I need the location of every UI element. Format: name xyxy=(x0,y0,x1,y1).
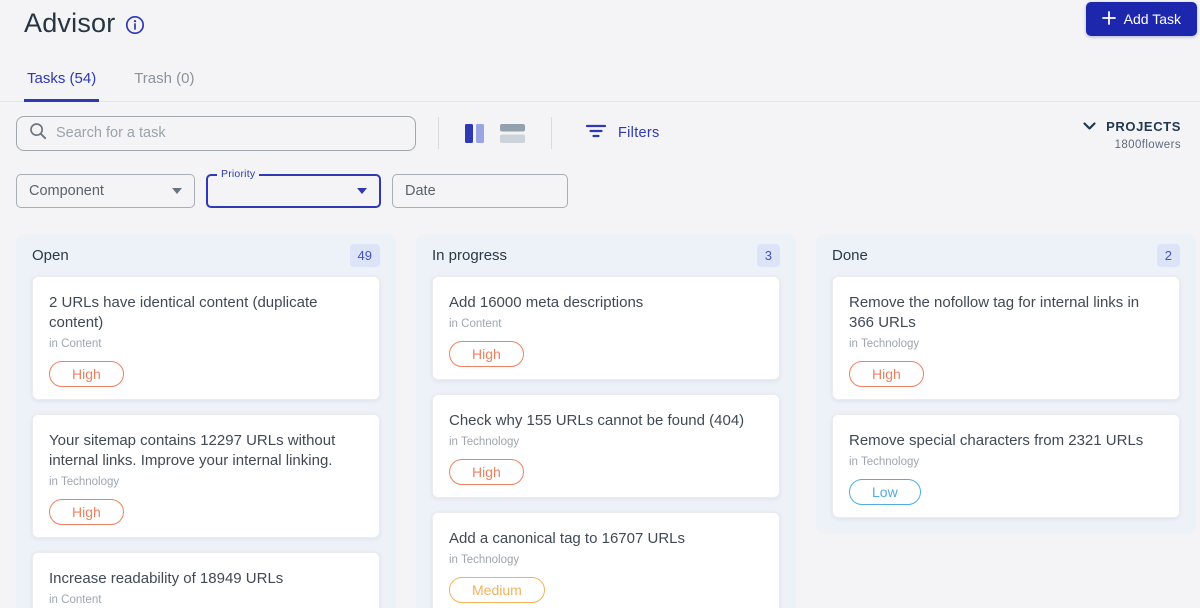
task-card[interactable]: Remove special characters from 2321 URLs… xyxy=(832,414,1180,518)
view-toggle xyxy=(465,123,525,143)
column-done: Done 2 Remove the nofollow tag for inter… xyxy=(816,234,1196,534)
component-filter-select[interactable]: Component xyxy=(16,174,195,208)
task-card[interactable]: Remove the nofollow tag for internal lin… xyxy=(832,276,1180,400)
task-title: Your sitemap contains 12297 URLs without… xyxy=(49,432,336,469)
add-task-label: Add Task xyxy=(1123,11,1181,27)
task-title: Add 16000 meta descriptions xyxy=(449,294,644,311)
tab-trash[interactable]: Trash (0) xyxy=(131,70,197,101)
column-count-badge: 2 xyxy=(1156,243,1180,267)
task-category: in Content xyxy=(49,338,102,350)
search-icon xyxy=(29,122,47,145)
projects-label: PROJECTS xyxy=(1106,118,1181,134)
column-name: Open xyxy=(32,246,69,264)
task-card[interactable]: 2 URLs have identical content (duplicate… xyxy=(32,276,380,400)
tab-tasks[interactable]: Tasks (54) xyxy=(24,70,100,102)
column-name: Done xyxy=(832,246,868,264)
filters-label: Filters xyxy=(618,125,660,141)
column-name: In progress xyxy=(432,246,508,264)
priority-badge: Low xyxy=(849,479,921,505)
projects-selector: PROJECTS 1800flowers xyxy=(1083,117,1181,151)
list-view-icon[interactable] xyxy=(500,123,525,143)
projects-toggle[interactable]: PROJECTS xyxy=(1083,117,1181,135)
task-title: Check why 155 URLs cannot be found (404) xyxy=(449,412,745,429)
divider xyxy=(438,117,439,149)
task-card[interactable]: Add a canonical tag to 16707 URLs in Tec… xyxy=(432,512,780,608)
task-category: in Technology xyxy=(449,436,520,448)
chevron-down-icon xyxy=(1083,117,1096,135)
column-header: Done 2 xyxy=(832,234,1180,276)
card-list: Remove the nofollow tag for internal lin… xyxy=(832,276,1180,518)
task-category: in Technology xyxy=(49,476,120,488)
filters-button[interactable]: Filters xyxy=(585,123,660,144)
filter-funnel-icon xyxy=(585,123,607,144)
column-count-badge: 49 xyxy=(349,243,380,267)
priority-badge: High xyxy=(849,361,924,387)
task-card[interactable]: Add 16000 meta descriptions in Content H… xyxy=(432,276,780,380)
search-box[interactable] xyxy=(16,115,416,151)
task-category: in Content xyxy=(449,318,502,330)
tabs: Tasks (54) Trash (0) xyxy=(0,70,1200,102)
task-title: 2 URLs have identical content (duplicate… xyxy=(49,294,318,331)
component-filter-label: Component xyxy=(29,183,104,199)
column-header: Open 49 xyxy=(32,234,380,276)
priority-badge: High xyxy=(49,361,124,387)
priority-badge: High xyxy=(449,341,524,367)
project-name: 1800flowers xyxy=(1114,139,1181,151)
column-header: In progress 3 xyxy=(432,234,780,276)
task-category: in Technology xyxy=(849,456,920,468)
column-in-progress: In progress 3 Add 16000 meta description… xyxy=(416,234,796,608)
date-filter-field[interactable] xyxy=(392,174,568,208)
date-input[interactable] xyxy=(405,183,555,199)
kanban-view-icon[interactable] xyxy=(465,123,484,143)
task-card[interactable]: Your sitemap contains 12297 URLs without… xyxy=(32,414,380,538)
task-category: in Technology xyxy=(849,338,920,350)
priority-filter-select[interactable]: Priority xyxy=(206,168,381,208)
caret-down-icon xyxy=(357,188,367,194)
task-title: Remove special characters from 2321 URLs xyxy=(849,432,1144,449)
search-input[interactable] xyxy=(56,125,403,141)
divider xyxy=(551,117,552,149)
task-title: Remove the nofollow tag for internal lin… xyxy=(849,294,1140,331)
task-title: Increase readability of 18949 URLs xyxy=(49,570,284,587)
filter-row: Component Priority xyxy=(0,168,1200,208)
toolbar: Filters PROJECTS 1800flowers xyxy=(0,115,1200,151)
add-task-button[interactable]: Add Task xyxy=(1085,2,1197,36)
header: Advisor Add Task xyxy=(0,0,1200,44)
page-title: Advisor xyxy=(24,8,116,38)
task-category: in Content xyxy=(49,594,102,606)
card-list: 2 URLs have identical content (duplicate… xyxy=(32,276,380,608)
task-category: in Technology xyxy=(449,554,520,566)
caret-down-icon xyxy=(172,188,182,194)
priority-filter-label: Priority xyxy=(217,168,260,180)
priority-badge: Medium xyxy=(449,577,545,603)
task-card[interactable]: Increase readability of 18949 URLs in Co… xyxy=(32,552,380,608)
plus-icon xyxy=(1101,10,1116,28)
priority-badge: High xyxy=(449,459,524,485)
task-title: Add a canonical tag to 16707 URLs xyxy=(449,530,685,547)
info-icon[interactable] xyxy=(125,15,145,35)
column-count-badge: 3 xyxy=(756,243,780,267)
card-list: Add 16000 meta descriptions in Content H… xyxy=(432,276,780,608)
column-open: Open 49 2 URLs have identical content (d… xyxy=(16,234,396,608)
task-card[interactable]: Check why 155 URLs cannot be found (404)… xyxy=(432,394,780,498)
kanban-board: Open 49 2 URLs have identical content (d… xyxy=(0,234,1200,608)
priority-badge: High xyxy=(49,499,124,525)
